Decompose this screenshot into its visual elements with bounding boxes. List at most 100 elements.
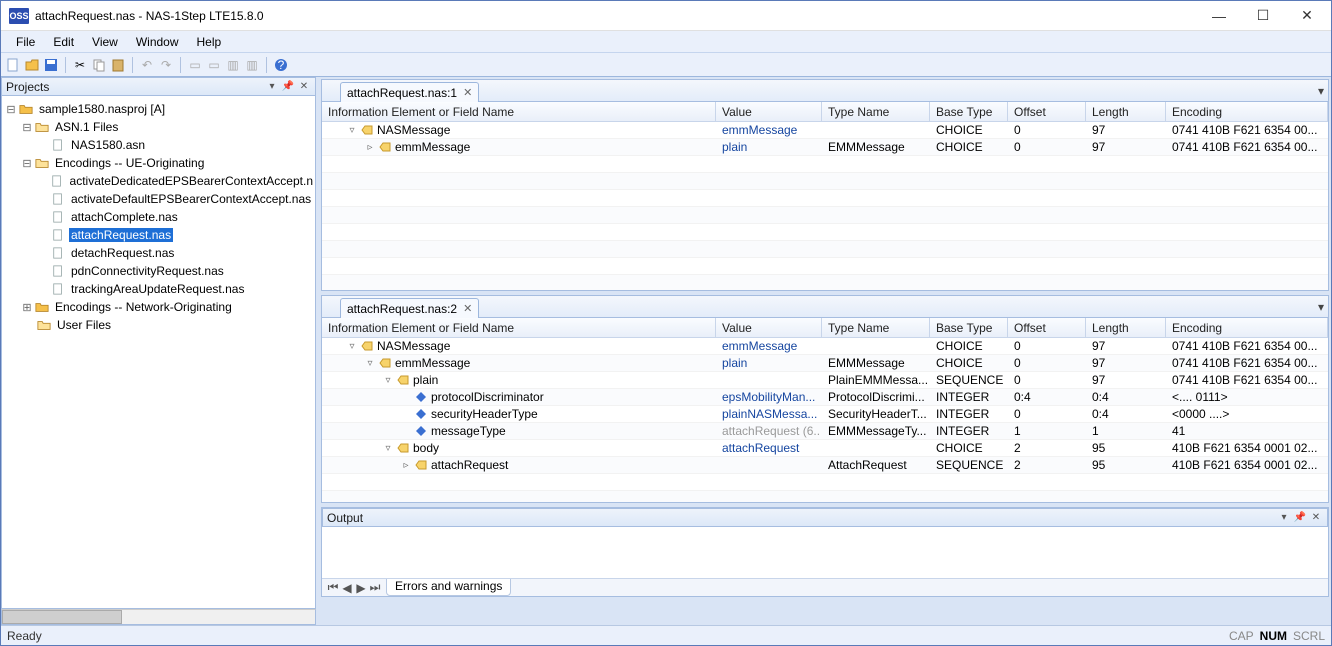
col-type[interactable]: Type Name: [822, 318, 930, 337]
paste-icon[interactable]: [110, 57, 126, 73]
col-value[interactable]: Value: [716, 318, 822, 337]
tab-attach1[interactable]: attachRequest.nas:1 ✕: [340, 82, 479, 102]
tree-enc-ue[interactable]: ⊟ Encodings -- UE-Originating: [2, 154, 315, 172]
maximize-button[interactable]: ☐: [1241, 2, 1285, 30]
tree-file[interactable]: attachRequest.nas: [2, 226, 315, 244]
dropdown-icon[interactable]: ▾: [265, 80, 279, 94]
table-row[interactable]: ▿plainPlainEMMMessa...SEQUENCE0970741 41…: [322, 372, 1328, 389]
table-row[interactable]: ▿bodyattachRequestCHOICE295410B F621 635…: [322, 440, 1328, 457]
tab-close-icon[interactable]: ✕: [463, 302, 472, 315]
panel-close-icon[interactable]: ✕: [297, 80, 311, 94]
col-name[interactable]: Information Element or Field Name: [322, 102, 716, 121]
dropdown-icon[interactable]: ▾: [1277, 511, 1291, 525]
menu-file[interactable]: File: [7, 33, 44, 51]
tree-user-files[interactable]: User Files: [2, 316, 315, 334]
tree-enc-net[interactable]: ⊞ Encodings -- Network-Originating: [2, 298, 315, 316]
table-row[interactable]: ▿NASMessageemmMessageCHOICE0970741 410B …: [322, 338, 1328, 355]
collapse-icon[interactable]: ⊟: [20, 121, 34, 134]
projects-hscrollbar[interactable]: [1, 609, 316, 625]
tool1-icon[interactable]: ▭: [187, 57, 203, 73]
menu-window[interactable]: Window: [127, 33, 188, 51]
close-button[interactable]: ✕: [1285, 2, 1329, 30]
tree-file[interactable]: pdnConnectivityRequest.nas: [2, 262, 315, 280]
table-row[interactable]: ▿NASMessageemmMessageCHOICE0970741 410B …: [322, 122, 1328, 139]
grid-body-2[interactable]: ▿NASMessageemmMessageCHOICE0970741 410B …: [322, 338, 1328, 502]
tool3-icon[interactable]: ▥: [225, 57, 241, 73]
next-icon[interactable]: ▶: [354, 581, 368, 595]
col-encoding[interactable]: Encoding: [1166, 318, 1328, 337]
table-row-empty: [322, 491, 1328, 502]
grid-body-1[interactable]: ▿NASMessageemmMessageCHOICE0970741 410B …: [322, 122, 1328, 290]
table-row[interactable]: securityHeaderTypeplainNASMessa...Securi…: [322, 406, 1328, 423]
tree-asn-folder[interactable]: ⊟ ASN.1 Files: [2, 118, 315, 136]
tree-file[interactable]: activateDefaultEPSBearerContextAccept.na…: [2, 190, 315, 208]
tree-file[interactable]: activateDedicatedEPSBearerContextAccept.…: [2, 172, 315, 190]
menu-help[interactable]: Help: [188, 33, 231, 51]
tab-attach2[interactable]: attachRequest.nas:2 ✕: [340, 298, 479, 318]
file-icon: [50, 210, 66, 224]
new-icon[interactable]: [5, 57, 21, 73]
panel-close-icon[interactable]: ✕: [1309, 511, 1323, 525]
table-row[interactable]: ▿emmMessageplainEMMMessageCHOICE0970741 …: [322, 355, 1328, 372]
help-icon[interactable]: ?: [273, 57, 289, 73]
col-value[interactable]: Value: [716, 102, 822, 121]
col-base[interactable]: Base Type: [930, 318, 1008, 337]
tool2-icon[interactable]: ▭: [206, 57, 222, 73]
col-offset[interactable]: Offset: [1008, 318, 1086, 337]
redo-icon[interactable]: ↷: [158, 57, 174, 73]
struct-icon: [360, 340, 374, 352]
tool4-icon[interactable]: ▥: [244, 57, 260, 73]
folder-open-icon: [34, 156, 50, 170]
col-name[interactable]: Information Element or Field Name: [322, 318, 716, 337]
col-type[interactable]: Type Name: [822, 102, 930, 121]
tree-label: Encodings -- Network-Originating: [53, 300, 234, 314]
table-row[interactable]: ▹attachRequestAttachRequestSEQUENCE29541…: [322, 457, 1328, 474]
tree-file[interactable]: NAS1580.asn: [2, 136, 315, 154]
expander-icon[interactable]: ▿: [382, 375, 394, 386]
expander-icon[interactable]: ▿: [346, 125, 358, 136]
tab-errors[interactable]: Errors and warnings: [386, 579, 511, 596]
tree-file[interactable]: trackingAreaUpdateRequest.nas: [2, 280, 315, 298]
expander-icon[interactable]: ▹: [400, 460, 412, 471]
pin-icon[interactable]: 📌: [281, 80, 295, 94]
last-icon[interactable]: ⏭: [368, 580, 382, 595]
tab-close-icon[interactable]: ✕: [463, 86, 472, 99]
prev-icon[interactable]: ◀: [340, 581, 354, 595]
collapse-icon[interactable]: ⊟: [20, 157, 34, 170]
output-body[interactable]: [322, 527, 1328, 578]
table-row-empty: [322, 275, 1328, 290]
expander-icon[interactable]: ▿: [346, 341, 358, 352]
copy-icon[interactable]: [91, 57, 107, 73]
cell-base: SEQUENCE: [930, 373, 1008, 387]
save-icon[interactable]: [43, 57, 59, 73]
col-offset[interactable]: Offset: [1008, 102, 1086, 121]
expand-icon[interactable]: ⊞: [20, 301, 34, 314]
tree-file[interactable]: attachComplete.nas: [2, 208, 315, 226]
cut-icon[interactable]: ✂: [72, 57, 88, 73]
menu-view[interactable]: View: [83, 33, 127, 51]
row-name: messageType: [431, 424, 506, 438]
table-row[interactable]: ▹emmMessageplainEMMMessageCHOICE0970741 …: [322, 139, 1328, 156]
expander-icon[interactable]: ▹: [364, 142, 376, 153]
projects-tree[interactable]: ⊟ sample1580.nasproj [A] ⊟ ASN.1 Files N…: [1, 96, 316, 609]
col-length[interactable]: Length: [1086, 318, 1166, 337]
col-base[interactable]: Base Type: [930, 102, 1008, 121]
table-row[interactable]: protocolDiscriminatorepsMobilityMan...Pr…: [322, 389, 1328, 406]
tab-dropdown-icon[interactable]: ▾: [1318, 300, 1324, 314]
collapse-icon[interactable]: ⊟: [4, 103, 18, 116]
minimize-button[interactable]: —: [1197, 2, 1241, 30]
menu-edit[interactable]: Edit: [44, 33, 83, 51]
tab-dropdown-icon[interactable]: ▾: [1318, 84, 1324, 98]
col-encoding[interactable]: Encoding: [1166, 102, 1328, 121]
table-row[interactable]: messageTypeattachRequest (6...EMMMessage…: [322, 423, 1328, 440]
open-icon[interactable]: [24, 57, 40, 73]
expander-icon[interactable]: ▿: [364, 358, 376, 369]
expander-icon[interactable]: ▿: [382, 443, 394, 454]
first-icon[interactable]: ⏮: [326, 580, 340, 595]
undo-icon[interactable]: ↶: [139, 57, 155, 73]
pin-icon[interactable]: 📌: [1293, 511, 1307, 525]
tree-file[interactable]: detachRequest.nas: [2, 244, 315, 262]
cell-type: SecurityHeaderT...: [822, 407, 930, 421]
col-length[interactable]: Length: [1086, 102, 1166, 121]
tree-root[interactable]: ⊟ sample1580.nasproj [A]: [2, 100, 315, 118]
